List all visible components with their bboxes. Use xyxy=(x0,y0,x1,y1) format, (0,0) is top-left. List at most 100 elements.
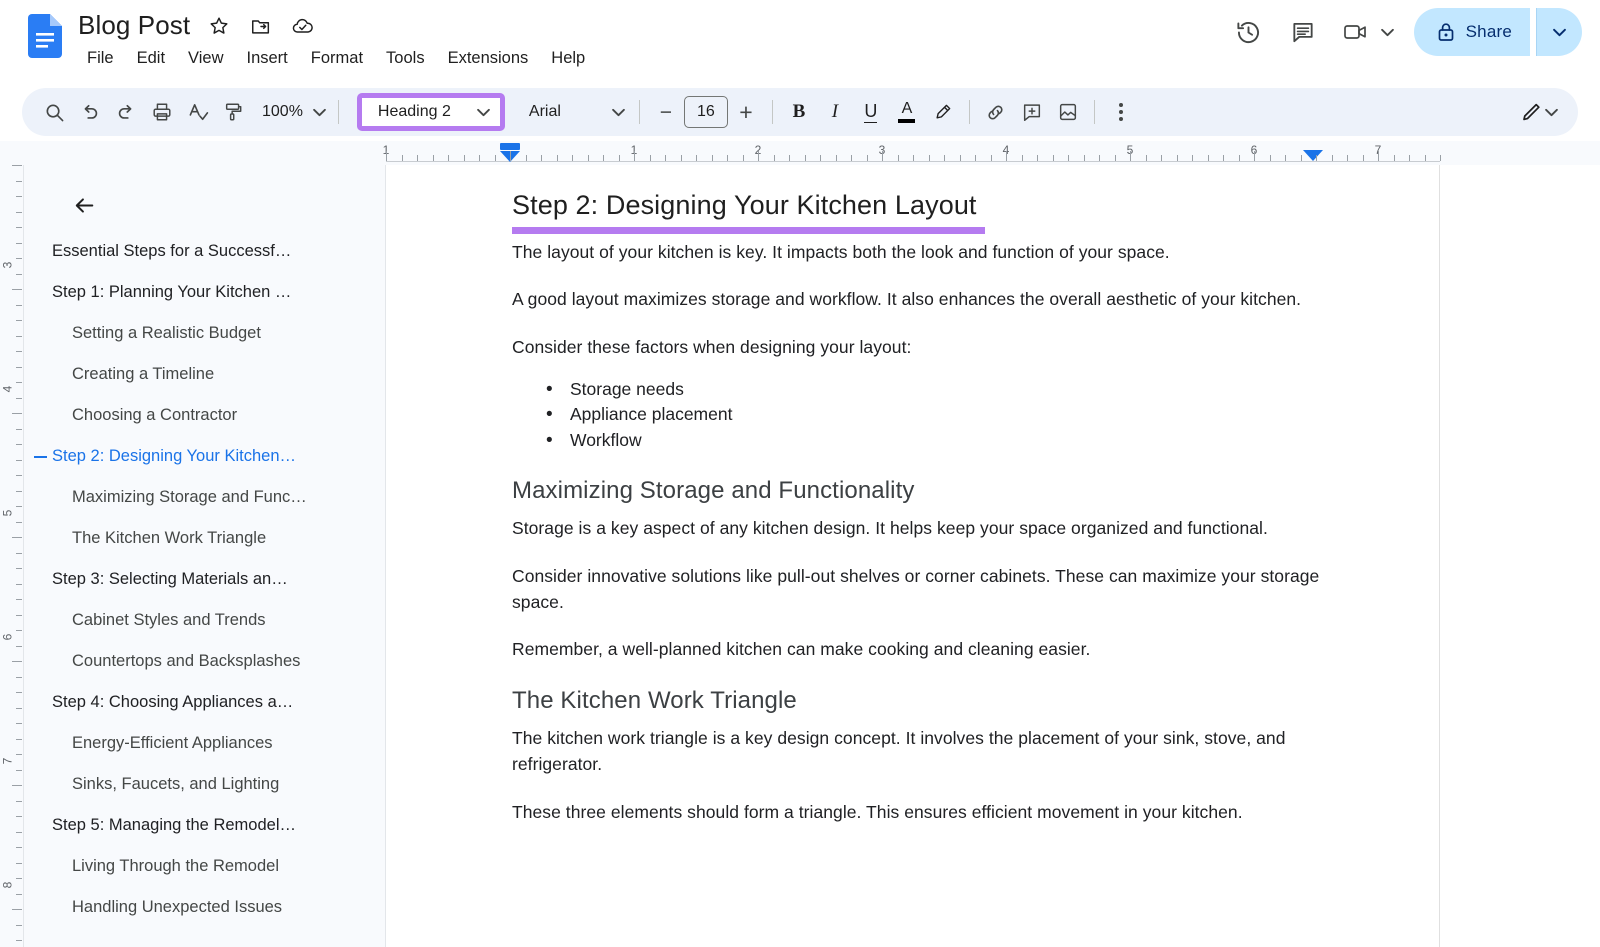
menu-extensions[interactable]: Extensions xyxy=(439,46,538,71)
list-item[interactable]: Storage needs xyxy=(570,377,1322,402)
paragraph[interactable]: A good layout maximizes storage and work… xyxy=(512,287,1322,313)
decrease-font-size-button[interactable]: − xyxy=(648,94,684,130)
sidebar-item-7[interactable]: The Kitchen Work Triangle xyxy=(24,518,386,559)
sidebar-item-3[interactable]: Creating a Timeline xyxy=(24,354,386,395)
document-subheading[interactable]: The Kitchen Work Triangle xyxy=(512,685,1322,716)
sidebar-item-6[interactable]: Maximizing Storage and Func… xyxy=(24,477,386,518)
meet-icon[interactable] xyxy=(1333,8,1381,56)
list-item[interactable]: Workflow xyxy=(570,428,1322,453)
ruler-tick xyxy=(619,155,620,161)
sidebar-item-label: Living Through the Remodel xyxy=(24,857,279,876)
edit-mode-button[interactable] xyxy=(1513,94,1564,130)
underline-icon[interactable]: U xyxy=(853,94,889,130)
image-icon[interactable] xyxy=(1050,94,1086,130)
star-icon[interactable] xyxy=(206,13,232,39)
more-options-icon[interactable] xyxy=(1103,94,1139,130)
undo-icon[interactable] xyxy=(72,94,108,130)
paragraph[interactable]: Remember, a well-planned kitchen can mak… xyxy=(512,637,1322,663)
vruler-label: 8 xyxy=(1,882,15,889)
sidebar-item-label: Cabinet Styles and Trends xyxy=(24,611,266,630)
back-arrow-icon[interactable] xyxy=(62,183,106,227)
move-to-folder-icon[interactable] xyxy=(248,13,274,39)
bold-icon[interactable]: B xyxy=(781,94,817,130)
paragraph[interactable]: These three elements should form a trian… xyxy=(512,800,1322,826)
comment-icon[interactable] xyxy=(1014,94,1050,130)
paragraph[interactable]: The layout of your kitchen is key. It im… xyxy=(512,240,1322,266)
sidebar-item-14[interactable]: Step 5: Managing the Remodel… xyxy=(24,805,386,846)
ruler-tick xyxy=(479,155,480,161)
sidebar-item-0[interactable]: Essential Steps for a Successf… xyxy=(24,231,386,272)
sidebar-item-15[interactable]: Living Through the Remodel xyxy=(24,846,386,887)
document-subheading[interactable]: Maximizing Storage and Functionality xyxy=(512,475,1322,506)
share-button[interactable]: Share xyxy=(1414,8,1530,56)
highlight-color-icon[interactable] xyxy=(925,94,961,130)
menu-help[interactable]: Help xyxy=(542,46,594,71)
list-item[interactable]: Appliance placement xyxy=(570,402,1322,427)
cloud-saved-icon[interactable] xyxy=(290,13,316,39)
comment-history-icon[interactable] xyxy=(1279,8,1327,56)
menu-format[interactable]: Format xyxy=(302,46,372,71)
sidebar-item-1[interactable]: Step 1: Planning Your Kitchen … xyxy=(24,272,386,313)
sidebar-item-10[interactable]: Countertops and Backsplashes xyxy=(24,641,386,682)
vruler-tick xyxy=(16,491,22,492)
menu-view[interactable]: View xyxy=(179,46,232,71)
paragraph[interactable]: Storage is a key aspect of any kitchen d… xyxy=(512,516,1322,542)
paragraph-style-dropdown[interactable]: Heading 2 xyxy=(357,93,505,131)
first-line-indent-marker[interactable] xyxy=(500,143,520,150)
italic-icon[interactable]: I xyxy=(817,94,853,130)
sidebar-item-2[interactable]: Setting a Realistic Budget xyxy=(24,313,386,354)
paragraph[interactable]: The kitchen work triangle is a key desig… xyxy=(512,726,1322,777)
ruler-tick xyxy=(433,155,434,161)
ruler-tick xyxy=(805,155,806,161)
collapse-outline-icon[interactable] xyxy=(34,456,47,458)
sidebar-item-9[interactable]: Cabinet Styles and Trends xyxy=(24,600,386,641)
document-scroll-area[interactable]: Step 2: Designing Your Kitchen Layout Th… xyxy=(386,165,1600,947)
meet-button[interactable] xyxy=(1333,8,1398,56)
font-family-dropdown[interactable]: Arial xyxy=(519,95,631,129)
sidebar-item-13[interactable]: Sinks, Faucets, and Lighting xyxy=(24,764,386,805)
toolbar-divider xyxy=(969,100,970,124)
zoom-control[interactable]: 100% xyxy=(252,95,330,129)
version-history-icon[interactable] xyxy=(1225,8,1273,56)
sidebar-item-8[interactable]: Step 3: Selecting Materials an… xyxy=(24,559,386,600)
bullet-list[interactable]: Storage needs Appliance placement Workfl… xyxy=(512,377,1322,453)
share-dropdown-button[interactable] xyxy=(1536,8,1582,56)
sidebar-item-label: Handling Unexpected Issues xyxy=(24,898,282,917)
google-docs-window: Blog Post File Edit xyxy=(0,0,1600,947)
sidebar-item-12[interactable]: Energy-Efficient Appliances xyxy=(24,723,386,764)
link-icon[interactable] xyxy=(978,94,1014,130)
spellcheck-icon[interactable] xyxy=(180,94,216,130)
vertical-ruler[interactable]: 3 4 5 6 7 8 xyxy=(0,165,24,947)
sidebar-item-5[interactable]: Step 2: Designing Your Kitchen… xyxy=(24,436,386,477)
document-heading[interactable]: Step 2: Designing Your Kitchen Layout xyxy=(512,189,1322,223)
sidebar-item-label: Choosing a Contractor xyxy=(24,406,237,425)
vruler-tick xyxy=(12,537,22,538)
menu-edit[interactable]: Edit xyxy=(128,46,174,71)
document-page[interactable]: Step 2: Designing Your Kitchen Layout Th… xyxy=(386,165,1440,947)
sidebar-item-16[interactable]: Handling Unexpected Issues xyxy=(24,887,386,928)
ruler-tick xyxy=(510,151,511,161)
menu-file[interactable]: File xyxy=(78,46,123,71)
sidebar-item-11[interactable]: Step 4: Choosing Appliances a… xyxy=(24,682,386,723)
right-indent-marker[interactable] xyxy=(1303,150,1323,161)
vruler-tick xyxy=(16,863,22,864)
menu-insert[interactable]: Insert xyxy=(238,46,297,71)
redo-icon[interactable] xyxy=(108,94,144,130)
print-icon[interactable] xyxy=(144,94,180,130)
vruler-tick xyxy=(16,894,22,895)
text-color-icon[interactable]: A xyxy=(889,94,925,130)
increase-font-size-button[interactable]: + xyxy=(728,94,764,130)
sidebar-item-4[interactable]: Choosing a Contractor xyxy=(24,395,386,436)
font-size-input[interactable]: 16 xyxy=(684,96,728,128)
paragraph[interactable]: Consider these factors when designing yo… xyxy=(512,335,1322,361)
search-icon[interactable] xyxy=(36,94,72,130)
paint-format-icon[interactable] xyxy=(216,94,252,130)
ruler-tick xyxy=(1084,155,1085,161)
horizontal-ruler[interactable]: 1 1 2 3 4 5 6 7 xyxy=(0,141,1600,165)
document-content[interactable]: Step 2: Designing Your Kitchen Layout Th… xyxy=(512,189,1322,825)
menu-tools[interactable]: Tools xyxy=(377,46,434,71)
paragraph[interactable]: Consider innovative solutions like pull-… xyxy=(512,564,1322,615)
document-title[interactable]: Blog Post xyxy=(78,10,190,41)
header-actions: Share xyxy=(1225,8,1582,56)
ruler-tick xyxy=(712,155,713,161)
